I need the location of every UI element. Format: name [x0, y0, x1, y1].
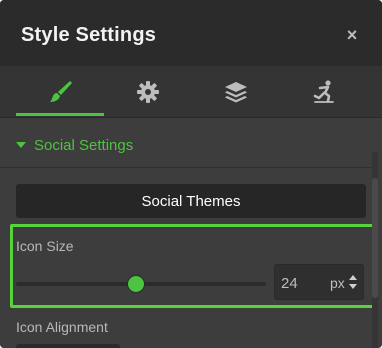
tab-settings[interactable]: [104, 66, 192, 118]
icon-size-number-field: px: [274, 264, 364, 300]
caret-down-icon: [16, 142, 26, 148]
close-icon[interactable]: ×: [344, 26, 360, 44]
icon-size-label: Icon Size: [16, 238, 74, 254]
social-settings-toggle[interactable]: Social Settings: [0, 130, 370, 160]
icon-alignment-label: Icon Alignment: [16, 319, 108, 335]
tab-layers[interactable]: [192, 66, 280, 118]
layers-icon: [223, 80, 249, 104]
tab-bar: [0, 66, 382, 118]
social-themes-button[interactable]: Social Themes: [16, 184, 366, 218]
icon-size-input[interactable]: [281, 273, 321, 293]
divider: [0, 167, 372, 168]
style-settings-panel: Style Settings × Social Settings Social …: [0, 0, 382, 348]
section-title: Social Settings: [34, 137, 134, 154]
panel-content: Social Settings Social Themes Icon Size …: [0, 118, 382, 348]
gear-icon: [136, 80, 160, 104]
icon-size-slider-thumb[interactable]: [127, 275, 145, 293]
stepper-icon[interactable]: [349, 274, 359, 292]
tab-advanced[interactable]: [280, 66, 368, 118]
scrollbar-thumb[interactable]: [372, 178, 378, 298]
icon-alignment-control[interactable]: [16, 344, 120, 348]
skater-icon: [311, 79, 337, 105]
paintbrush-icon: [47, 79, 73, 105]
panel-title: Style Settings: [21, 24, 157, 46]
panel-header: Style Settings ×: [0, 0, 382, 66]
unit-label: px: [330, 275, 345, 291]
tab-style[interactable]: [16, 66, 104, 118]
